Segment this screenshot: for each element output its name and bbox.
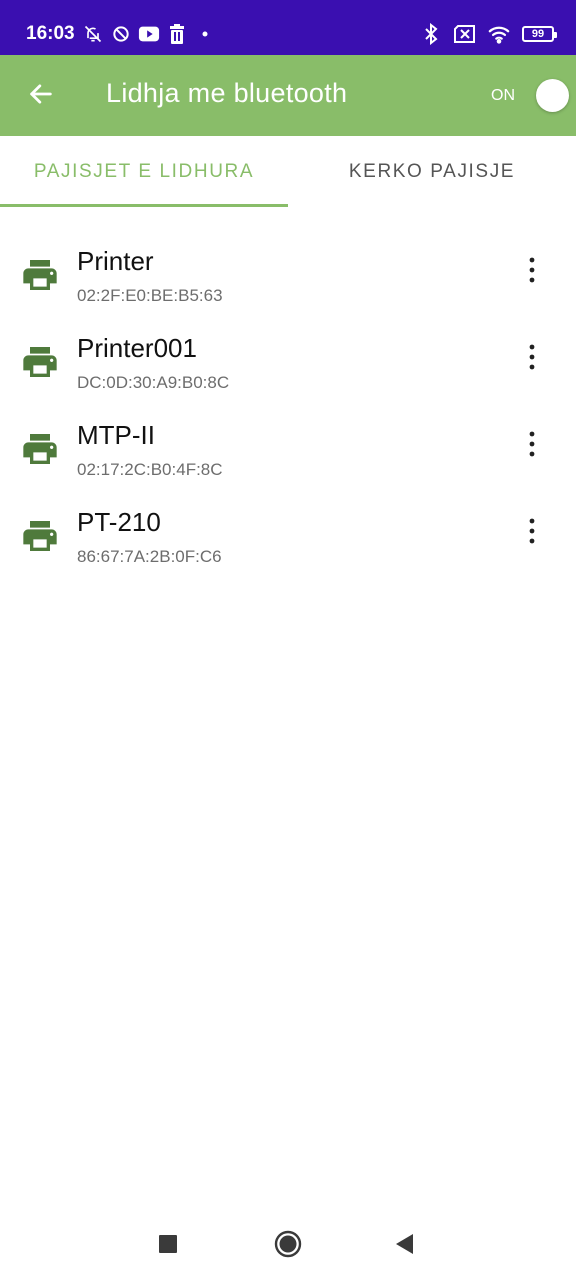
system-nav-bar [0,1210,576,1280]
recents-button[interactable] [150,1228,186,1264]
device-row[interactable]: MTP-II 02:17:2C:B0:4F:8C [0,404,576,491]
wifi-icon [488,23,510,45]
youtube-icon [138,23,160,45]
nav-back-button[interactable] [387,1228,423,1264]
home-circle-icon [274,1230,302,1263]
status-bar: 16:03 99 [0,0,576,55]
app-bar: Lidhja me bluetooth ON [0,55,576,136]
active-tab-indicator [0,204,288,207]
device-row[interactable]: Printer001 DC:0D:30:A9:B0:8C [0,317,576,404]
device-name: Printer [77,246,154,276]
printer-icon [20,255,60,295]
status-icons-left [82,22,216,46]
device-address: 02:17:2C:B0:4F:8C [77,460,223,479]
tab-bar: PAJISJET E LIDHURA KERKO PAJISJE [0,136,576,208]
back-triangle-icon [395,1233,415,1260]
battery-indicator: 99 [522,26,557,42]
device-address: 02:2F:E0:BE:B5:63 [77,286,223,305]
bluetooth-toggle-label: ON [491,87,515,104]
arrow-back-icon [27,80,55,113]
recents-square-icon [159,1234,177,1258]
device-address: 86:67:7A:2B:0F:C6 [77,547,222,566]
dot-icon [194,23,216,45]
tab-search-devices[interactable]: KERKO PAJISJE [288,136,576,208]
device-row[interactable]: PT-210 86:67:7A:2B:0F:C6 [0,491,576,578]
more-vert-icon [529,518,535,549]
status-time: 16:03 [26,23,75,44]
device-options-button[interactable] [514,254,550,290]
device-name: PT-210 [77,507,161,537]
home-button[interactable] [270,1228,306,1264]
printer-icon [20,516,60,556]
trash-icon [166,23,188,45]
device-address: DC:0D:30:A9:B0:8C [77,373,230,392]
notifications-off-icon [82,23,104,45]
data-saver-icon [110,23,132,45]
device-options-button[interactable] [514,428,550,464]
bluetooth-icon [420,23,442,45]
page-title: Lidhja me bluetooth [106,78,348,108]
device-name: Printer001 [77,333,197,363]
device-name: MTP-II [77,420,155,450]
status-icons-right: 99 [420,22,557,46]
device-options-button[interactable] [514,341,550,377]
bluetooth-toggle[interactable] [536,79,569,112]
more-vert-icon [529,257,535,288]
back-button[interactable] [22,77,60,115]
printer-icon [20,342,60,382]
sim-x-icon [454,23,476,45]
more-vert-icon [529,431,535,462]
device-options-button[interactable] [514,515,550,551]
printer-icon [20,429,60,469]
tab-paired-devices[interactable]: PAJISJET E LIDHURA [0,136,288,208]
device-row[interactable]: Printer 02:2F:E0:BE:B5:63 [0,230,576,317]
more-vert-icon [529,344,535,375]
